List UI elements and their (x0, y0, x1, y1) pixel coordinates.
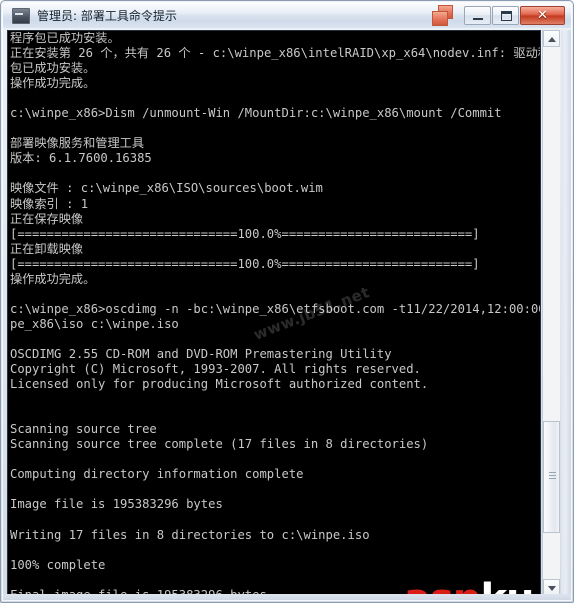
console-window: 管理员: 部署工具命令提示 ✕ 程序包已成功安装。 正在安装第 26 个，共有 2… (0, 0, 574, 603)
vertical-scrollbar[interactable] (542, 30, 560, 596)
console-line: 操作成功完成。 (10, 271, 96, 286)
console-line: 100% complete (10, 557, 106, 572)
scroll-up-button[interactable] (543, 30, 560, 47)
minimize-icon (473, 18, 483, 20)
console-line: Writing 17 files in 8 directories to c:\… (10, 527, 370, 542)
window-right-edge (561, 30, 571, 596)
title-bar[interactable]: 管理员: 部署工具命令提示 ✕ (3, 3, 571, 28)
console-line: [==============================100.0%===… (10, 226, 480, 241)
console-line: Image file is 195383296 bytes (10, 497, 223, 512)
restore-badge-icon[interactable] (432, 5, 456, 26)
scrollbar-grip-icon (549, 472, 556, 473)
console-line: Scanning source tree complete (17 files … (10, 437, 429, 452)
console-icon (12, 7, 30, 24)
badge-square-front (432, 11, 448, 26)
console-line: 程序包已成功安装。 (10, 31, 120, 45)
console-line: 正在卸载映像 (10, 241, 84, 256)
console-line: 操作成功完成。 (10, 76, 96, 91)
scrollbar-thumb[interactable] (543, 421, 560, 533)
console-output-area[interactable]: 程序包已成功安装。 正在安装第 26 个，共有 26 个 - c:\winpe_x… (7, 30, 541, 596)
console-line: 包已成功安装。 (10, 61, 96, 76)
maximize-icon (501, 11, 512, 21)
console-line: c:\winpe_x86>oscdimg -n -bc:\winpe_x86\e… (10, 301, 541, 316)
console-line: c:\winpe_x86>Dism /unmount-Win /MountDir… (10, 106, 502, 121)
console-line: Licensed only for producing Microsoft au… (10, 377, 429, 392)
console-line: 部署映像服务和管理工具 (10, 136, 145, 151)
console-line: Scanning source tree (10, 422, 157, 437)
window-bottom-edge (3, 594, 571, 600)
window-buttons: ✕ (432, 5, 565, 26)
console-line: [==============================100.0%===… (10, 256, 480, 271)
close-icon: ✕ (537, 8, 548, 23)
console-text: 程序包已成功安装。 正在安装第 26 个，共有 26 个 - c:\winpe_x… (10, 31, 541, 595)
console-line: 映像文件 : c:\winpe_x86\ISO\sources\boot.wim (10, 181, 323, 196)
console-line: Copyright (C) Microsoft, 1993-2007. All … (10, 362, 421, 377)
minimize-button[interactable] (464, 6, 491, 25)
console-line: 映像索引 : 1 (10, 196, 89, 211)
console-line: 正在保存映像 (10, 211, 84, 226)
close-button[interactable]: ✕ (520, 6, 565, 25)
console-line: 版本: 6.1.7600.16385 (10, 151, 152, 166)
scroll-up-arrow-icon (548, 37, 556, 42)
window-title: 管理员: 部署工具命令提示 (37, 9, 177, 23)
maximize-button[interactable] (492, 6, 519, 25)
console-line: 正在安装第 26 个，共有 26 个 - c:\winpe_x86\intelR… (10, 46, 541, 61)
console-line: OSCDIMG 2.55 CD-ROM and DVD-ROM Premaste… (10, 346, 392, 361)
scrollbar-track[interactable] (543, 47, 560, 579)
scroll-down-arrow-icon (548, 586, 556, 591)
console-line: pe_x86\iso c:\winpe.iso (10, 316, 179, 331)
console-line: Computing directory information complete (10, 467, 304, 482)
